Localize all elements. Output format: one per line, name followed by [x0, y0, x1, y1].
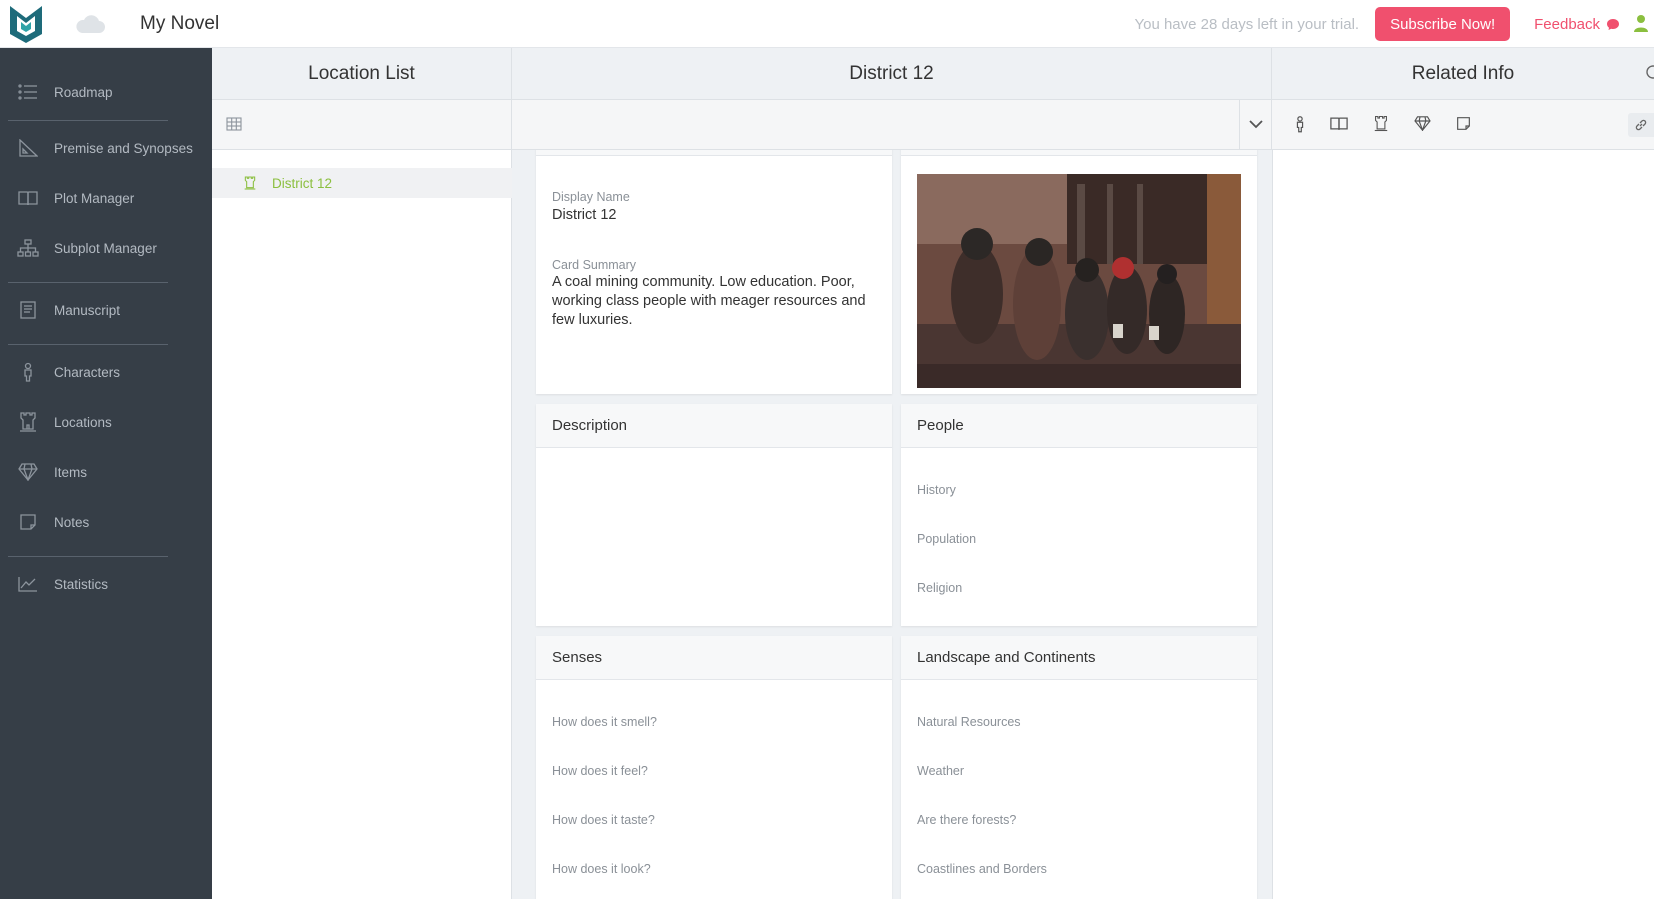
sidebar-item-characters[interactable]: Characters	[0, 352, 212, 392]
person-icon	[16, 362, 40, 382]
history-field[interactable]: History	[917, 483, 956, 497]
sidebar-item-roadmap[interactable]: Roadmap	[0, 72, 212, 112]
field-label: Display Name	[552, 190, 630, 204]
castle-icon	[244, 176, 256, 190]
card-title: Description	[536, 404, 892, 448]
notes-filter-icon[interactable]	[1456, 116, 1471, 136]
subscribe-button[interactable]: Subscribe Now!	[1375, 7, 1511, 41]
sidebar-item-label: Items	[54, 464, 88, 480]
items-filter-icon[interactable]	[1414, 116, 1431, 136]
sidebar-item-label: Characters	[54, 364, 121, 380]
book-icon	[16, 188, 40, 208]
app-logo-icon[interactable]	[0, 0, 52, 48]
sidebar-item-premise[interactable]: Premise and Synopses	[0, 128, 212, 168]
population-field[interactable]: Population	[917, 532, 976, 546]
user-icon[interactable]	[1634, 14, 1654, 34]
display-name-field[interactable]: Display Name District 12	[552, 190, 630, 225]
sidebar-item-label: Notes	[54, 514, 90, 530]
location-list: District 12	[212, 150, 512, 899]
chat-bubble-icon	[1607, 18, 1619, 30]
sidebar-item-notes[interactable]: Notes	[0, 502, 212, 542]
related-toolbar	[1272, 100, 1654, 150]
card-summary-field[interactable]: Card Summary A coal mining community. Lo…	[552, 258, 877, 330]
sidebar-item-locations[interactable]: Locations	[0, 402, 212, 442]
divider	[8, 282, 168, 283]
card-title: Senses	[536, 636, 892, 680]
card-title: Landscape and Continents	[901, 636, 1257, 680]
ruler-icon	[16, 138, 40, 158]
related-info-header: Related Info	[1272, 48, 1654, 100]
smell-field[interactable]: How does it smell?	[552, 715, 657, 729]
note-icon	[16, 512, 40, 532]
sidebar-item-label: Manuscript	[54, 302, 121, 318]
senses-card: Senses How does it smell? How does it fe…	[536, 636, 892, 899]
location-detail: Display Name District 12 Card Summary A …	[512, 150, 1272, 899]
display-name-value: District 12	[552, 207, 617, 223]
detail-toolbar	[512, 100, 1272, 150]
link-icon[interactable]	[1628, 113, 1654, 137]
trial-notice: You have 28 days left in your trial.	[1134, 15, 1360, 33]
divider	[8, 556, 168, 557]
list-toolbar	[212, 100, 512, 150]
collapse-toggle[interactable]	[1239, 100, 1271, 149]
cloud-sync-icon[interactable]	[74, 14, 108, 34]
grid-view-icon[interactable]	[226, 117, 242, 136]
sidebar-item-plot-manager[interactable]: Plot Manager	[0, 178, 212, 218]
detail-header: District 12	[512, 48, 1272, 100]
related-info-panel	[1272, 150, 1654, 899]
feedback-link[interactable]: Feedback	[1534, 16, 1620, 33]
look-field[interactable]: How does it look?	[552, 862, 651, 876]
field-label: Card Summary	[552, 258, 637, 272]
list-item-label: District 12	[272, 175, 333, 191]
plot-filter-icon[interactable]	[1330, 116, 1348, 136]
castle-icon	[16, 412, 40, 432]
locations-filter-icon[interactable]	[1374, 115, 1388, 137]
chevron-down-icon	[1248, 120, 1263, 129]
sidebar-item-statistics[interactable]: Statistics	[0, 564, 212, 604]
project-title[interactable]: My Novel	[140, 13, 219, 35]
hierarchy-icon	[16, 238, 40, 258]
weather-field[interactable]: Weather	[917, 764, 964, 778]
search-icon[interactable]	[1644, 64, 1654, 88]
column-title: District 12	[849, 62, 934, 84]
religion-field[interactable]: Religion	[917, 581, 962, 595]
people-card: People History Population Religion	[901, 404, 1257, 626]
diamond-icon	[16, 462, 40, 482]
natural-resources-field[interactable]: Natural Resources	[917, 715, 1021, 729]
forests-field[interactable]: Are there forests?	[917, 813, 1016, 827]
card-summary-value: A coal mining community. Low education. …	[552, 274, 866, 328]
coastlines-field[interactable]: Coastlines and Borders	[917, 862, 1047, 876]
sidebar-item-label: Plot Manager	[54, 190, 135, 206]
sidebar-item-items[interactable]: Items	[0, 452, 212, 492]
sidebar-item-label: Locations	[54, 414, 112, 430]
sidebar-item-manuscript[interactable]: Manuscript	[0, 290, 212, 330]
sidebar-item-subplot-manager[interactable]: Subplot Manager	[0, 228, 212, 268]
feel-field[interactable]: How does it feel?	[552, 764, 648, 778]
sidebar-item-label: Roadmap	[54, 84, 113, 100]
divider	[8, 344, 168, 345]
description-field[interactable]	[536, 448, 892, 626]
document-icon	[16, 300, 40, 320]
characters-filter-icon[interactable]	[1294, 115, 1306, 138]
list-item[interactable]: District 12	[212, 168, 512, 198]
sidebar-item-label: Statistics	[54, 576, 109, 592]
feedback-label: Feedback	[1534, 15, 1600, 33]
card-title: People	[901, 404, 1257, 448]
sidebar-item-label: Premise and Synopses	[54, 140, 193, 156]
landscape-card: Landscape and Continents Natural Resourc…	[901, 636, 1257, 899]
taste-field[interactable]: How does it taste?	[552, 813, 655, 827]
top-bar: My Novel You have 28 days left in your t…	[0, 0, 1654, 48]
column-title: Related Info	[1411, 62, 1515, 84]
location-list-header: Location List	[212, 48, 512, 100]
column-title: Location List	[308, 62, 415, 84]
image-card	[901, 150, 1257, 394]
chart-icon	[16, 574, 40, 594]
location-image[interactable]	[917, 174, 1241, 388]
summary-card: Display Name District 12 Card Summary A …	[536, 150, 892, 394]
description-card: Description	[536, 404, 892, 626]
list-icon	[16, 82, 40, 102]
divider	[8, 120, 168, 121]
sidebar-item-label: Subplot Manager	[54, 240, 157, 256]
sidebar: Roadmap Premise and Synopses Plot Manage…	[0, 48, 212, 899]
